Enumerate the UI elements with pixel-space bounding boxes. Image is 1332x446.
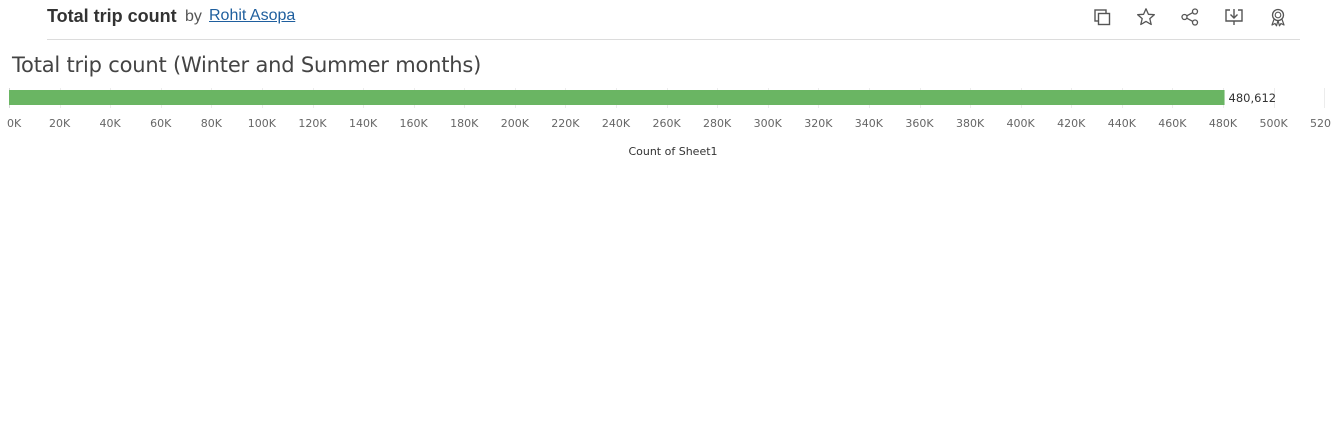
x-tick-label: 160K bbox=[400, 117, 429, 130]
x-tick-label: 180K bbox=[450, 117, 479, 130]
x-tick-label: 220K bbox=[551, 117, 580, 130]
x-tick-label: 520K bbox=[1310, 117, 1332, 130]
x-tick-label: 320K bbox=[804, 117, 833, 130]
x-tick-label: 60K bbox=[150, 117, 172, 130]
x-tick-label: 340K bbox=[855, 117, 884, 130]
bar[interactable] bbox=[9, 90, 1225, 105]
x-tick-label: 0K bbox=[7, 117, 22, 130]
star-icon bbox=[1137, 8, 1155, 26]
x-tick-label: 20K bbox=[49, 117, 71, 130]
x-tick-label: 120K bbox=[298, 117, 327, 130]
x-tick-label: 380K bbox=[956, 117, 985, 130]
by-label: by bbox=[185, 8, 202, 25]
x-tick-label: 300K bbox=[754, 117, 783, 130]
x-tick-label: 40K bbox=[100, 117, 122, 130]
x-tick-label: 420K bbox=[1057, 117, 1086, 130]
bar-chart: 480,612 0K 20K 40K 60K 80K 100K 120K 140K 160K 180… bbox=[7, 88, 1332, 158]
share-button[interactable] bbox=[1178, 5, 1202, 29]
page: Total trip count by Rohit Asopa Total tr… bbox=[0, 0, 1332, 446]
x-tick-label: 140K bbox=[349, 117, 378, 130]
x-tick-label: 80K bbox=[201, 117, 223, 130]
copy-icon bbox=[1094, 9, 1111, 26]
x-axis-title: Count of Sheet1 bbox=[628, 145, 717, 158]
copy-button[interactable] bbox=[1090, 5, 1114, 29]
x-tick-label: 280K bbox=[703, 117, 732, 130]
x-tick-label: 400K bbox=[1007, 117, 1036, 130]
x-tick-label: 500K bbox=[1259, 117, 1288, 130]
x-tick-label: 360K bbox=[905, 117, 934, 130]
badge-icon bbox=[1271, 8, 1285, 27]
share-icon bbox=[1181, 8, 1199, 26]
x-tick-label: 460K bbox=[1158, 117, 1187, 130]
x-tick-label: 240K bbox=[602, 117, 631, 130]
download-button[interactable] bbox=[1222, 5, 1246, 29]
x-tick-label: 100K bbox=[248, 117, 277, 130]
x-tick-label: 440K bbox=[1108, 117, 1137, 130]
x-tick-label: 200K bbox=[501, 117, 530, 130]
favorite-button[interactable] bbox=[1134, 5, 1158, 29]
bar-data-label: 480,612 bbox=[1229, 91, 1277, 105]
chart-title: Total trip count (Winter and Summer mont… bbox=[12, 53, 482, 77]
author-link[interactable]: Rohit Asopa bbox=[209, 7, 295, 25]
download-icon bbox=[1225, 9, 1243, 25]
x-tick-label: 480K bbox=[1209, 117, 1238, 130]
x-tick-label: 260K bbox=[652, 117, 681, 130]
badge-button[interactable] bbox=[1266, 5, 1290, 29]
viz-title: Total trip count bbox=[47, 6, 177, 26]
